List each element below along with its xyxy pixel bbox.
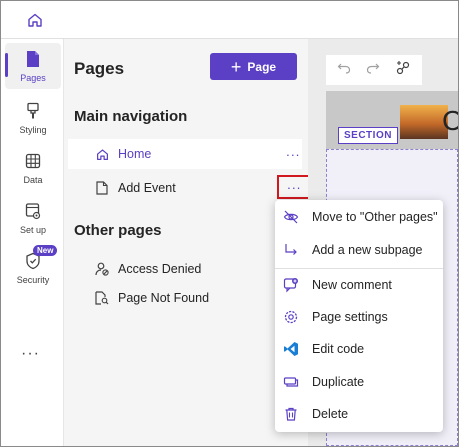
new-badge: New bbox=[33, 245, 58, 256]
move-eye-icon bbox=[283, 209, 299, 225]
rail-item-data[interactable]: Data bbox=[5, 145, 61, 191]
rail-label: Styling bbox=[19, 125, 47, 135]
menu-item-delete[interactable]: Delete bbox=[275, 399, 443, 429]
menu-label: Move to "Other pages" bbox=[312, 210, 438, 224]
rail-item-pages[interactable]: Pages bbox=[5, 43, 61, 89]
page-label: Page Not Found bbox=[118, 291, 210, 305]
page-label: Add Event bbox=[118, 181, 176, 195]
add-page-button[interactable]: + Page bbox=[210, 53, 297, 80]
add-page-label: Page bbox=[247, 59, 277, 74]
left-rail: Pages Styling Data Set up Security New ·… bbox=[1, 39, 64, 446]
trash-icon bbox=[283, 406, 299, 422]
page-row-page-not-found[interactable]: Page Not Found bbox=[68, 283, 302, 313]
settings-gear-icon bbox=[283, 309, 299, 325]
rail-label: Pages bbox=[20, 73, 46, 83]
more-options-icon[interactable]: ··· bbox=[277, 175, 311, 199]
plus-icon: + bbox=[230, 56, 242, 77]
main-navigation-heading: Main navigation bbox=[74, 108, 188, 125]
pages-icon bbox=[25, 50, 41, 70]
document-icon bbox=[94, 180, 110, 196]
pages-panel: Pages + Page Main navigation Home ··· Ad… bbox=[64, 39, 311, 446]
menu-item-duplicate[interactable]: Duplicate bbox=[275, 367, 443, 397]
menu-label: Delete bbox=[312, 407, 349, 421]
page-label: Home bbox=[118, 147, 152, 161]
section-badge: SECTION bbox=[338, 127, 398, 144]
home-icon bbox=[94, 146, 110, 162]
person-blocked-icon bbox=[94, 261, 110, 277]
menu-item-edit-code[interactable]: Edit code bbox=[275, 334, 443, 364]
rail-item-security[interactable]: Security New bbox=[5, 245, 61, 291]
menu-item-page-settings[interactable]: Page settings bbox=[275, 302, 443, 332]
menu-label: Add a new subpage bbox=[312, 243, 423, 257]
vscode-icon bbox=[283, 341, 299, 357]
command-bar bbox=[326, 55, 422, 85]
rail-item-setup[interactable]: Set up bbox=[5, 195, 61, 241]
context-menu: Move to "Other pages" Add a new subpage … bbox=[275, 200, 443, 432]
hero-image bbox=[400, 105, 448, 139]
top-bar bbox=[1, 1, 458, 39]
home-icon[interactable] bbox=[25, 10, 45, 30]
other-pages-heading: Other pages bbox=[74, 222, 162, 239]
more-options-icon[interactable]: ··· bbox=[281, 145, 305, 163]
menu-label: Duplicate bbox=[312, 375, 365, 389]
menu-label: Edit code bbox=[312, 342, 365, 356]
page-row-home[interactable]: Home ··· bbox=[68, 139, 302, 169]
connector-icon[interactable] bbox=[395, 60, 411, 81]
redo-icon[interactable] bbox=[366, 61, 380, 80]
menu-item-new-comment[interactable]: New comment bbox=[275, 270, 443, 300]
page-row-access-denied[interactable]: Access Denied bbox=[68, 254, 302, 284]
document-search-icon bbox=[94, 290, 110, 306]
page-row-add-event[interactable]: Add Event ··· bbox=[68, 173, 311, 203]
menu-label: New comment bbox=[312, 278, 392, 292]
setup-icon bbox=[25, 202, 41, 222]
duplicate-icon bbox=[283, 374, 299, 390]
table-icon bbox=[25, 152, 41, 172]
more-icon[interactable]: ··· bbox=[21, 345, 40, 363]
menu-divider bbox=[275, 268, 443, 269]
comment-icon bbox=[283, 277, 299, 293]
rail-label: Set up bbox=[19, 225, 47, 235]
menu-item-move-to-other-pages[interactable]: Move to "Other pages" bbox=[275, 202, 443, 232]
rail-label: Security bbox=[16, 275, 50, 285]
menu-label: Page settings bbox=[312, 310, 388, 324]
subpage-arrow-icon bbox=[283, 242, 299, 258]
menu-item-add-subpage[interactable]: Add a new subpage bbox=[275, 235, 443, 265]
rail-label: Data bbox=[23, 175, 43, 185]
rail-item-styling[interactable]: Styling bbox=[5, 95, 61, 141]
hero-heading: C bbox=[442, 105, 458, 137]
app-frame: Pages Styling Data Set up Security New ·… bbox=[0, 0, 459, 447]
paintbrush-icon bbox=[25, 102, 41, 122]
page-label: Access Denied bbox=[118, 262, 202, 276]
panel-title: Pages bbox=[74, 59, 125, 78]
undo-icon[interactable] bbox=[337, 61, 351, 80]
